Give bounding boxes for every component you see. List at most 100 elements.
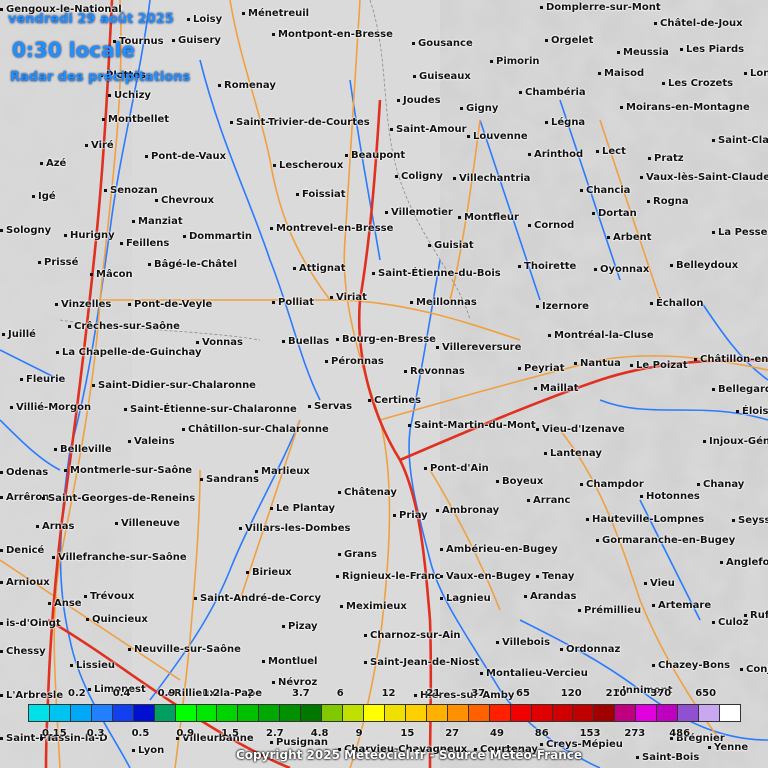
town-name: Uchizy <box>114 90 151 101</box>
town-label: Gormaranche-en-Bugey <box>596 535 735 547</box>
town-marker-icon <box>0 649 3 653</box>
town-name: Péronnas <box>331 356 384 367</box>
town-name: Artemare <box>658 600 712 611</box>
town-name: Montbellet <box>108 114 170 125</box>
town-name: Gousance <box>418 38 473 49</box>
town-name: Saint-Martin-du-Mont <box>414 420 536 431</box>
town-marker-icon <box>182 427 185 431</box>
town-label: Vieu <box>644 578 675 590</box>
town-marker-icon <box>345 153 348 157</box>
town-marker-icon <box>395 174 398 178</box>
town-label: Le Plantay <box>270 503 335 515</box>
legend-lower-label: 0.15 <box>42 728 67 739</box>
town-marker-icon <box>172 38 175 42</box>
legend-upper-label: 21 <box>426 688 441 699</box>
town-label: Montbellet <box>102 114 169 126</box>
town-name: Chessy <box>6 646 46 657</box>
date-label: vendredi 29 août 2025 <box>8 12 174 27</box>
town-name: Belleydoux <box>676 260 739 271</box>
town-label: Vaux-en-Bugey <box>440 571 531 583</box>
town-label: Montluel <box>262 656 317 668</box>
town-label: Villefranche-sur-Saône <box>52 552 187 564</box>
town-label: Saint-Didier-sur-Chalaronne <box>92 380 256 392</box>
town-marker-icon <box>124 407 127 411</box>
town-label: Guiseaux <box>413 71 471 83</box>
town-label: Revonnas <box>404 366 465 378</box>
town-label: Chazey-Bons <box>652 660 730 672</box>
town-label: Prissé <box>38 257 78 269</box>
town-marker-icon <box>2 332 5 336</box>
town-marker-icon <box>607 235 610 239</box>
town-marker-icon <box>155 198 158 202</box>
town-name: Chazey-Bons <box>658 660 731 671</box>
legend-upper-label: 120 <box>560 688 582 699</box>
town-label: Vinzelles <box>55 299 111 311</box>
town-name: Vonnas <box>202 337 244 348</box>
town-label: Arranc <box>527 495 570 507</box>
town-name: Prissé <box>44 257 79 268</box>
town-marker-icon <box>496 479 499 483</box>
town-marker-icon <box>527 498 530 502</box>
town-marker-icon <box>128 302 131 306</box>
town-marker-icon <box>145 154 148 158</box>
town-marker-icon <box>640 175 643 179</box>
town-label: Belleydoux <box>670 260 738 272</box>
town-label: Prémillieu <box>578 605 641 617</box>
legend-swatch <box>363 704 385 722</box>
town-label: Bâgé-le-Châtel <box>148 259 237 271</box>
legend-lower-label: 1.5 <box>221 728 239 739</box>
town-name: Dommartin <box>189 231 253 242</box>
town-label: Pont-d'Ain <box>424 463 489 475</box>
town-marker-icon <box>282 339 285 343</box>
town-marker-icon <box>0 548 3 552</box>
town-marker-icon <box>108 93 111 97</box>
town-label: Maillat <box>534 383 579 395</box>
town-label: Saint-André-de-Corcy <box>194 593 321 605</box>
town-marker-icon <box>0 580 3 584</box>
legend-swatch <box>384 704 406 722</box>
town-marker-icon <box>519 90 522 94</box>
town-label: Tenay <box>536 571 574 583</box>
legend-swatch <box>48 704 71 722</box>
town-marker-icon <box>712 230 715 234</box>
town-marker-icon <box>84 594 87 598</box>
town-marker-icon <box>115 521 118 525</box>
town-name: Marlieux <box>261 466 310 477</box>
town-label: Villars-les-Dombes <box>239 523 350 535</box>
legend-swatch <box>698 704 721 722</box>
town-name: Montrevel-en-Bresse <box>276 223 394 234</box>
town-name: Bourg-en-Bresse <box>342 334 436 345</box>
town-label: Anglefor <box>720 557 768 569</box>
town-name: Guiseaux <box>419 71 471 82</box>
town-label: Le Poizat <box>630 360 688 372</box>
town-label: Châtel-de-Joux <box>654 18 743 30</box>
legend-lower-label: 27 <box>445 728 460 739</box>
town-marker-icon <box>744 71 747 75</box>
town-name: Montalieu-Vercieu <box>486 668 588 679</box>
town-marker-icon <box>580 482 583 486</box>
town-marker-icon <box>740 667 743 671</box>
town-name: Boyeux <box>502 476 544 487</box>
town-label: Louvenne <box>467 131 528 143</box>
town-name: Bellegard <box>718 384 768 395</box>
town-label: Chessy <box>0 646 46 658</box>
town-name: Ruffi <box>750 610 768 621</box>
town-label: Grans <box>338 549 377 561</box>
town-name: Saint-Étienne-sur-Chalaronne <box>130 404 297 415</box>
town-name: Arnas <box>42 521 75 532</box>
town-label: Saint-Jean-de-Niost <box>364 657 479 669</box>
town-marker-icon <box>640 494 643 498</box>
town-marker-icon <box>620 105 623 109</box>
town-name: Viriat <box>336 292 367 303</box>
town-label: Ambronay <box>436 505 499 517</box>
town-label: Culoz <box>712 617 749 629</box>
town-marker-icon <box>598 71 601 75</box>
town-label: Hotonnes <box>640 491 700 503</box>
town-marker-icon <box>578 608 581 612</box>
town-name: Coligny <box>401 171 443 182</box>
town-label: Nantua <box>574 358 621 370</box>
town-label: Artemare <box>652 600 711 612</box>
town-name: Arranc <box>533 495 571 506</box>
legend-swatch <box>509 704 532 722</box>
town-marker-icon <box>364 633 367 637</box>
